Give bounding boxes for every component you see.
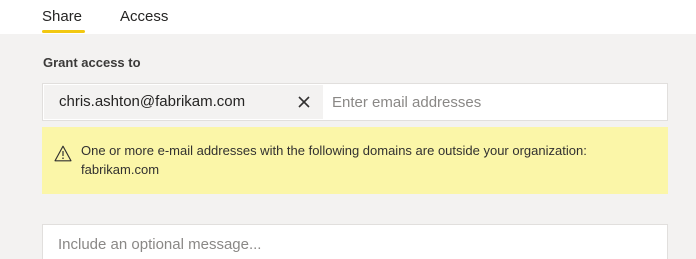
warning-icon <box>54 145 72 162</box>
recipient-email: chris.ashton@fabrikam.com <box>59 93 246 110</box>
email-input[interactable] <box>332 85 662 119</box>
share-panel: Grant access to chris.ashton@fabrikam.co… <box>0 34 696 259</box>
close-icon[interactable] <box>295 93 313 111</box>
tab-share[interactable]: Share <box>42 7 82 27</box>
warning-text: One or more e-mail addresses with the fo… <box>81 143 587 177</box>
recipients-field[interactable]: chris.ashton@fabrikam.com <box>42 83 668 121</box>
share-dialog: Share Access Grant access to chris.ashto… <box>0 0 696 259</box>
tab-access[interactable]: Access <box>120 7 168 27</box>
message-input[interactable] <box>58 235 654 259</box>
grant-access-label: Grant access to <box>43 55 141 70</box>
recipient-chip: chris.ashton@fabrikam.com <box>44 85 323 119</box>
selected-tab-indicator <box>42 30 85 33</box>
external-domain-warning: One or more e-mail addresses with the fo… <box>42 127 668 194</box>
tab-bar: Share Access <box>0 0 696 34</box>
message-field[interactable] <box>42 224 668 259</box>
